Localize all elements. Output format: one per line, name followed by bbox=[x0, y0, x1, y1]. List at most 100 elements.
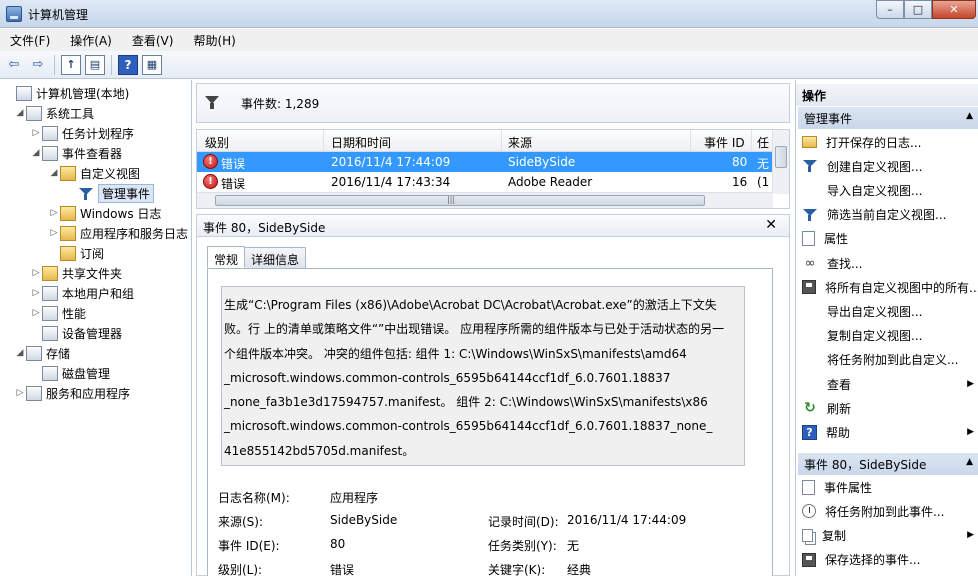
action-item[interactable]: 将任务附加到此事件... bbox=[802, 500, 978, 522]
action-label: 查看 bbox=[827, 377, 852, 392]
event-description-box[interactable]: 生成“C:\Program Files (x86)\Adobe\Acrobat … bbox=[221, 286, 745, 466]
scrollbar-thumb[interactable] bbox=[215, 195, 705, 206]
forward-icon[interactable]: ⇨ bbox=[28, 55, 48, 75]
column-source[interactable]: 来源 bbox=[508, 134, 532, 151]
section-label: 管理事件 bbox=[804, 112, 853, 126]
tree-node[interactable]: ◢ 存储 bbox=[14, 343, 70, 363]
error-icon: ! bbox=[203, 174, 218, 189]
tree-node[interactable]: ▷ 任务计划程序 bbox=[30, 123, 134, 143]
action-item[interactable]: 导入自定义视图... bbox=[802, 179, 978, 201]
event-list-horizontal-scrollbar[interactable]: ||| bbox=[197, 192, 773, 208]
tree-node-label: 计算机管理(本地) bbox=[36, 86, 130, 101]
expand-arrow-icon[interactable]: ◢ bbox=[14, 108, 26, 118]
column-separator[interactable] bbox=[751, 130, 752, 152]
action-item[interactable]: ∞ 查找... bbox=[802, 252, 978, 274]
action-label: 属性 bbox=[824, 232, 849, 247]
tree-node[interactable]: 管理事件 bbox=[66, 183, 155, 203]
help-icon[interactable]: ? bbox=[118, 54, 138, 75]
tree-node[interactable]: 设备管理器 bbox=[30, 323, 122, 343]
tree-node[interactable]: ◢ 事件查看器 bbox=[30, 143, 122, 163]
action-label: 将任务附加到此事件... bbox=[825, 504, 945, 519]
expand-arrow-icon[interactable]: ◢ bbox=[14, 348, 26, 358]
collapse-icon[interactable]: ▲ bbox=[966, 457, 973, 467]
tree-node[interactable]: ◢ 自定义视图 bbox=[48, 163, 140, 183]
tree-node-label: 自定义视图 bbox=[80, 166, 141, 181]
action-item[interactable]: 事件属性 bbox=[802, 476, 978, 498]
action-item[interactable]: 创建自定义视图... bbox=[802, 155, 978, 177]
up-folder-icon[interactable]: ↑ bbox=[61, 54, 81, 75]
minimize-button[interactable]: – bbox=[876, 0, 904, 19]
tree-node-label: 应用程序和服务日志 bbox=[80, 226, 189, 241]
action-item[interactable]: 导出自定义视图... bbox=[802, 300, 978, 322]
action-item[interactable]: 打开保存的日志... bbox=[802, 131, 978, 153]
tree-node[interactable]: 计算机管理(本地) bbox=[4, 83, 129, 103]
expand-arrow-icon[interactable]: ◢ bbox=[48, 168, 60, 178]
tree-node[interactable]: ▷ 共享文件夹 bbox=[30, 263, 122, 283]
tree-node[interactable]: ▷ 应用程序和服务日志 bbox=[48, 223, 188, 243]
actions-section-manage-events[interactable]: 管理事件 ▲ bbox=[798, 107, 978, 129]
save-icon bbox=[802, 280, 816, 295]
action-item[interactable]: 复制自定义视图... bbox=[802, 325, 978, 347]
action-item[interactable]: 将任务附加到此自定义... bbox=[802, 349, 978, 371]
event-row[interactable]: ! 错误 2016/11/4 17:43:34 Adobe Reader 16 … bbox=[197, 172, 773, 192]
action-item[interactable]: ↻ 刷新 bbox=[802, 397, 978, 419]
column-level[interactable]: 级别 bbox=[205, 134, 229, 151]
expand-arrow-icon[interactable]: ◢ bbox=[30, 148, 42, 158]
collapse-icon[interactable]: ▲ bbox=[966, 111, 973, 121]
no-icon bbox=[802, 328, 818, 344]
center-pane: 事件数: 1,289 级别 日期和时间 来源 事件 ID 任 ! 错误 2016… bbox=[196, 80, 790, 576]
maximize-button[interactable]: □ bbox=[904, 0, 932, 19]
back-icon[interactable]: ⇦ bbox=[4, 55, 24, 75]
show-hide-tree-icon[interactable]: ▤ bbox=[85, 54, 105, 75]
column-datetime[interactable]: 日期和时间 bbox=[331, 134, 391, 151]
action-item[interactable]: ? 帮助 ▶ bbox=[802, 421, 978, 443]
close-button[interactable]: ✕ bbox=[932, 0, 976, 19]
storage-icon bbox=[26, 345, 42, 361]
shared-folder-icon bbox=[42, 265, 58, 281]
tree-node[interactable]: ◢ 系统工具 bbox=[14, 103, 94, 123]
tree-node[interactable]: ▷ Windows 日志 bbox=[48, 203, 161, 223]
event-row[interactable]: ! 错误 2016/11/4 17:44:09 SideBySide 80 无 bbox=[197, 152, 773, 172]
tree-node[interactable]: 磁盘管理 bbox=[30, 363, 110, 383]
tab-details[interactable]: 详细信息 bbox=[244, 247, 307, 269]
expand-arrow-icon[interactable]: ▷ bbox=[48, 228, 60, 238]
expand-arrow-icon[interactable]: ▷ bbox=[30, 308, 42, 318]
scrollbar-grip: ||| bbox=[447, 195, 456, 204]
column-separator[interactable] bbox=[323, 130, 324, 152]
menu-bar: 文件(F) 操作(A) 查看(V) 帮助(H) bbox=[0, 29, 978, 51]
tree-node[interactable]: ▷ 服务和应用程序 bbox=[14, 383, 130, 403]
expand-arrow-icon[interactable]: ▷ bbox=[48, 208, 60, 218]
menu-help[interactable]: 帮助(H) bbox=[183, 32, 245, 49]
tree-node-label: 磁盘管理 bbox=[62, 366, 111, 381]
tree-node-label: 任务计划程序 bbox=[62, 126, 135, 141]
refresh-icon: ↻ bbox=[804, 400, 816, 417]
tree-node[interactable]: ▷ 性能 bbox=[30, 303, 86, 323]
action-item[interactable]: 保存选择的事件... bbox=[802, 549, 978, 571]
action-item[interactable]: 将所有自定义视图中的所有... bbox=[802, 276, 978, 298]
menu-view[interactable]: 查看(V) bbox=[122, 32, 184, 49]
computer-management-icon bbox=[6, 6, 22, 22]
expand-arrow-icon[interactable]: ▷ bbox=[14, 388, 26, 398]
action-item[interactable]: 筛选当前自定义视图... bbox=[802, 204, 978, 226]
scrollbar-thumb[interactable] bbox=[775, 146, 787, 168]
event-list-vertical-scrollbar[interactable] bbox=[772, 130, 789, 194]
close-detail-icon[interactable]: ✕ bbox=[765, 217, 777, 233]
expand-arrow-icon[interactable]: ▷ bbox=[30, 288, 42, 298]
no-icon bbox=[802, 376, 818, 392]
tree-node[interactable]: ▷ 本地用户和组 bbox=[30, 283, 134, 303]
menu-file[interactable]: 文件(F) bbox=[0, 32, 60, 49]
expand-arrow-icon[interactable]: ▷ bbox=[30, 128, 42, 138]
show-hide-action-pane-icon[interactable]: ▦ bbox=[142, 54, 162, 75]
action-item[interactable]: 属性 bbox=[802, 228, 978, 250]
column-separator[interactable] bbox=[501, 130, 502, 152]
action-item[interactable]: 复制 ▶ bbox=[802, 524, 978, 546]
menu-action[interactable]: 操作(A) bbox=[60, 32, 122, 49]
column-event-id[interactable]: 事件 ID bbox=[704, 134, 745, 151]
column-task[interactable]: 任 bbox=[757, 134, 769, 151]
expand-arrow-icon[interactable]: ▷ bbox=[30, 268, 42, 278]
column-separator[interactable] bbox=[690, 130, 691, 152]
actions-section-event[interactable]: 事件 80，SideBySide ▲ bbox=[798, 453, 978, 475]
tab-general[interactable]: 常规 bbox=[207, 246, 246, 268]
tree-node[interactable]: 订阅 bbox=[48, 243, 104, 263]
action-item[interactable]: 查看 ▶ bbox=[802, 373, 978, 395]
